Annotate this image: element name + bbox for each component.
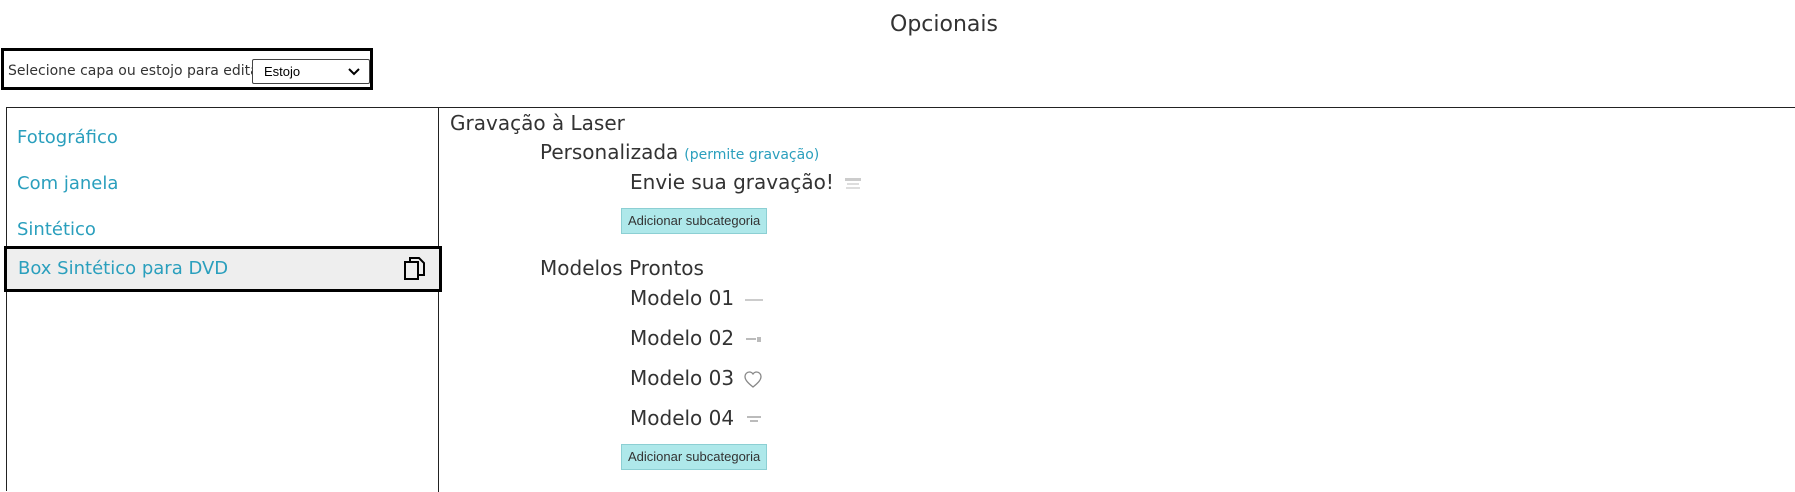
- add-subcategory-button[interactable]: Adicionar subcategoria: [621, 208, 768, 234]
- sidebar-item-label: Com janela: [17, 173, 119, 194]
- sidebar-item-fotografico[interactable]: Fotográfico: [7, 116, 439, 160]
- sidebar-item-box-sintetico-dvd[interactable]: Box Sintético para DVD: [4, 246, 442, 292]
- list-item[interactable]: Modelo 01: [630, 286, 764, 310]
- group-title-personalizada: Personalizada (permite gravação): [540, 140, 819, 164]
- group-title-label: Personalizada: [540, 140, 679, 164]
- model-thumbnail-icon: [747, 415, 762, 422]
- item-label: Modelo 01: [630, 286, 735, 310]
- add-subcategory-button[interactable]: Adicionar subcategoria: [621, 444, 768, 470]
- page-title: Opcionais: [890, 12, 998, 37]
- model-thumbnail-icon: [746, 336, 762, 342]
- section-title: Gravação à Laser: [450, 111, 625, 135]
- item-label: Modelo 03: [630, 366, 735, 390]
- sidebar-item-label: Sintético: [17, 219, 96, 240]
- list-item[interactable]: Modelo 04: [630, 406, 764, 430]
- heart-icon: [744, 370, 763, 388]
- item-label: Modelo 04: [630, 406, 735, 430]
- sidebar-item-label: Box Sintético para DVD: [18, 258, 229, 279]
- list-item[interactable]: Modelo 02: [630, 326, 764, 350]
- selector-label: Selecione capa ou estojo para editar:: [8, 63, 269, 79]
- chevron-down-icon: [348, 68, 360, 76]
- select-value: Estojo: [264, 64, 301, 79]
- group-note[interactable]: (permite gravação): [684, 147, 819, 163]
- item-label: Modelo 02: [630, 326, 735, 350]
- list-item[interactable]: Envie sua gravação!: [630, 170, 862, 194]
- sidebar-item-label: Fotográfico: [17, 127, 118, 148]
- sidebar: Fotográfico Com janela Sintético Box Sin…: [4, 108, 442, 492]
- content-area: Gravação à Laser Personalizada (permite g…: [439, 108, 1795, 492]
- edit-target-selector: Selecione capa ou estojo para editar: Es…: [1, 48, 373, 90]
- model-thumbnail-icon: [745, 298, 764, 301]
- copy-icon[interactable]: [403, 256, 427, 282]
- list-item[interactable]: Modelo 03: [630, 366, 763, 390]
- item-label: Envie sua gravação!: [630, 170, 834, 194]
- sidebar-item-com-janela[interactable]: Com janela: [7, 162, 439, 206]
- group-title-modelos-prontos: Modelos Prontos: [540, 256, 704, 280]
- edit-target-select[interactable]: Estojo: [252, 59, 370, 84]
- engraving-thumbnail-icon: [845, 177, 862, 189]
- options-panel: Fotográfico Com janela Sintético Box Sin…: [4, 107, 1795, 492]
